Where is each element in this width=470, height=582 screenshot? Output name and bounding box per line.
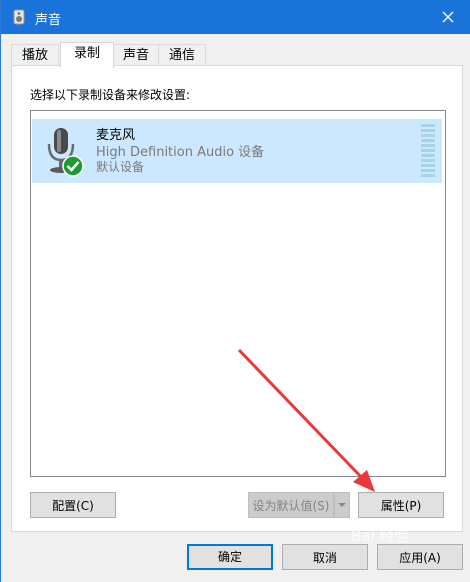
chevron-down-icon <box>338 503 346 507</box>
tab-communications[interactable]: 通信 <box>158 44 206 67</box>
sound-dialog: 声音 播放 录制 声音 通信 选择以下录制设备来修改设置: 麦克风 High D… <box>0 0 470 582</box>
title-bar[interactable]: 声音 <box>1 0 470 34</box>
device-list[interactable]: 麦克风 High Definition Audio 设备 默认设备 <box>30 110 446 477</box>
set-default-dropdown[interactable] <box>334 492 350 518</box>
tab-recording[interactable]: 录制 <box>60 42 114 68</box>
window-title: 声音 <box>35 13 62 28</box>
microphone-icon <box>47 128 84 177</box>
properties-button[interactable]: 属性(P) <box>358 492 444 518</box>
recording-panel: 选择以下录制设备来修改设置: 麦克风 High Definition Audio… <box>11 65 463 532</box>
close-button[interactable] <box>425 0 470 34</box>
level-meter <box>421 124 435 178</box>
tab-playback[interactable]: 播放 <box>11 44 59 67</box>
cancel-button[interactable]: 取消 <box>282 544 368 570</box>
ok-button[interactable]: 确定 <box>187 544 273 570</box>
instruction-text: 选择以下录制设备来修改设置: <box>30 88 191 102</box>
tab-sounds[interactable]: 声音 <box>112 44 160 67</box>
device-item-microphone[interactable]: 麦克风 High Definition Audio 设备 默认设备 <box>32 119 442 183</box>
apply-button[interactable]: 应用(A) <box>377 544 463 570</box>
configure-button[interactable]: 配置(C) <box>30 492 116 518</box>
set-default-button[interactable]: 设为默认值(S) <box>248 492 334 518</box>
close-icon <box>442 11 454 23</box>
speaker-icon <box>13 9 25 25</box>
device-status: 默认设备 <box>96 160 145 174</box>
check-icon <box>62 155 84 177</box>
